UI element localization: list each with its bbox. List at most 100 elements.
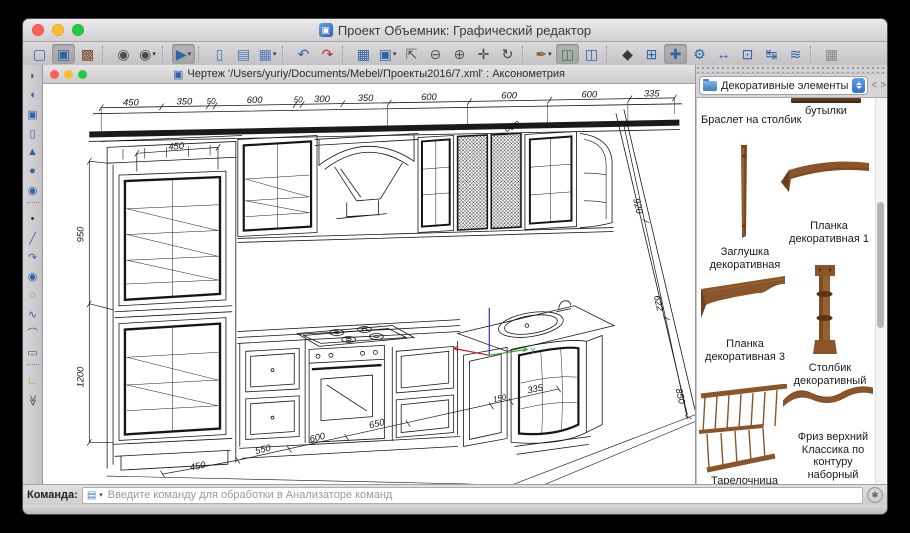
tool-circle[interactable]: ◉	[24, 268, 41, 284]
tool-ellipse[interactable]: ◌	[24, 287, 41, 303]
zoom-in-button[interactable]: ⊕	[448, 44, 471, 64]
render-camera-button[interactable]: ◉	[112, 44, 135, 64]
scrollbar-thumb[interactable]	[877, 202, 884, 328]
wireframe-view-button[interactable]: ▢	[28, 44, 51, 64]
tool-cube[interactable]: ▣	[24, 106, 41, 122]
tool-point[interactable]: •	[24, 211, 41, 227]
zoom-button[interactable]	[72, 24, 84, 36]
decor-thumb-column[interactable]	[809, 264, 841, 358]
list-item[interactable]: Заглушка декоративная	[703, 246, 787, 271]
copy-page-button[interactable]: ⊡	[736, 44, 759, 64]
command-history-icon[interactable]: ▤	[87, 490, 96, 501]
list-item[interactable]: Тарелочница	[711, 475, 791, 484]
command-dropdown-icon[interactable]: ▾	[99, 491, 103, 499]
panel-drag-handle[interactable]	[696, 65, 887, 74]
dim-label: 850	[674, 387, 688, 405]
minimize-button[interactable]	[52, 24, 64, 36]
cabinet-photo-button[interactable]: ◫	[580, 44, 603, 64]
shaded-view-button[interactable]: ▣	[52, 44, 75, 64]
dim-label: 300	[314, 93, 330, 104]
select-stepper-icon[interactable]	[852, 78, 865, 93]
decor-thumb-curved-plank[interactable]	[779, 156, 873, 202]
dim-label: 622	[652, 294, 666, 312]
decor-thumb-wavy-frieze[interactable]	[783, 381, 875, 411]
gear-icon[interactable]: ✱	[867, 487, 883, 503]
panel-scrollbar[interactable]	[875, 98, 886, 484]
render-options-button[interactable]: ◉▾	[136, 44, 159, 64]
prev-category-button[interactable]: <	[871, 80, 877, 91]
layers-button[interactable]: ▣▾	[376, 44, 399, 64]
doc-zoom-button[interactable]	[78, 70, 87, 79]
tool-sphere[interactable]: ●	[24, 163, 41, 179]
tool-axes[interactable]: ∟	[24, 373, 41, 389]
dimension-button[interactable]: ↹	[760, 44, 783, 64]
cabinet-editor-button[interactable]: ◫	[556, 44, 579, 64]
decor-thumb-plate-rack[interactable]	[697, 384, 791, 476]
tool-spline[interactable]: ∿	[24, 306, 41, 322]
edit-tool-button[interactable]: ⚙	[688, 44, 711, 64]
toolbar-separator	[342, 46, 348, 62]
table-button[interactable]: ⊞	[640, 44, 663, 64]
dim-label: 335	[526, 381, 544, 395]
command-input[interactable]	[106, 488, 858, 502]
tool-line[interactable]: ╱	[24, 230, 41, 246]
drawing-canvas[interactable]: 450 350 50 600 50 300 350 600 600 600 33…	[43, 84, 695, 484]
dim-label: 335	[644, 87, 660, 98]
decor-thumb-bracket-plank[interactable]	[699, 274, 789, 322]
list-item[interactable]: Планка декоративная 1	[787, 220, 871, 245]
toolbar-separator	[522, 46, 528, 62]
dark-cabinet-button[interactable]: ◆	[616, 44, 639, 64]
export-disabled-button[interactable]: ▦	[820, 44, 843, 64]
zoom-extents-button[interactable]: ⇱	[400, 44, 423, 64]
tool-loft[interactable]: ◖	[24, 87, 41, 103]
add-element-button[interactable]: ✚	[664, 44, 687, 64]
dim-label: 600	[421, 91, 437, 102]
width-button[interactable]: ↔	[712, 44, 735, 64]
paint-materials-button[interactable]: ✒▾	[532, 44, 555, 64]
tool-extrude[interactable]: ◗	[24, 68, 41, 84]
run-tool-button[interactable]: ▶▾	[172, 44, 195, 64]
tool-revolve[interactable]: ◉	[24, 182, 41, 198]
list-item[interactable]: Фриз верхний Классика по контуру наборны…	[787, 431, 879, 482]
dim-label: 450	[189, 459, 207, 473]
new-document-button[interactable]: ▯	[208, 44, 231, 64]
decor-thumb-partial[interactable]	[791, 98, 861, 103]
undo-button[interactable]: ↶	[292, 44, 315, 64]
collapse-toolbar[interactable]: ≫	[24, 392, 41, 408]
next-category-button[interactable]: >	[880, 80, 886, 91]
decor-thumb-post[interactable]	[733, 144, 755, 242]
category-label: Декоративные элементы	[721, 80, 848, 92]
main-toolbar: ▢▣▩◉◉▾▶▾▯▤▦▾↶↷▦▣▾⇱⊖⊕✛↻✒▾◫◫◆⊞✚⚙↔⊡↹≋▦	[23, 42, 887, 67]
document-window: ▣ Чертеж '/Users/yuriy/Documents/Mebel/П…	[43, 65, 696, 484]
viewports-button[interactable]: ▦	[352, 44, 375, 64]
textured-view-button[interactable]: ▩	[76, 44, 99, 64]
close-button[interactable]	[32, 24, 44, 36]
open-document-button[interactable]: ▤	[232, 44, 255, 64]
tool-box[interactable]: ▯	[24, 125, 41, 141]
measure-chain-button[interactable]: ≋	[784, 44, 807, 64]
save-button[interactable]: ▦▾	[256, 44, 279, 64]
dim-label: 450	[123, 96, 139, 107]
command-bar: Команда: ▤ ▾ ✱	[23, 484, 887, 505]
doc-minimize-button[interactable]	[64, 70, 73, 79]
tool-arc[interactable]: ⌒	[24, 325, 41, 341]
tool-rectangle[interactable]: ▭	[24, 344, 41, 360]
list-item[interactable]: Планка декоративная 3	[701, 338, 789, 363]
document-icon: ▣	[173, 68, 183, 81]
dim-label: 50	[294, 95, 303, 104]
toolbar-separator	[27, 364, 39, 369]
pan-button[interactable]: ✛	[472, 44, 495, 64]
redo-button[interactable]: ↷	[316, 44, 339, 64]
category-select[interactable]: Декоративные элементы	[699, 76, 868, 95]
dim-label: 150	[492, 392, 507, 404]
zoom-out-button[interactable]: ⊖	[424, 44, 447, 64]
tool-arc-tangent[interactable]: ↷	[24, 249, 41, 265]
toolbar-separator	[198, 46, 204, 62]
window-bottom-edge	[23, 505, 887, 515]
tool-cone[interactable]: ▲	[24, 144, 41, 160]
orbit-button[interactable]: ↻	[496, 44, 519, 64]
list-item[interactable]: Браслет на столбик	[701, 114, 823, 127]
toolbar-separator	[102, 46, 108, 62]
doc-close-button[interactable]	[50, 70, 59, 79]
axis-label: Y	[530, 346, 536, 355]
